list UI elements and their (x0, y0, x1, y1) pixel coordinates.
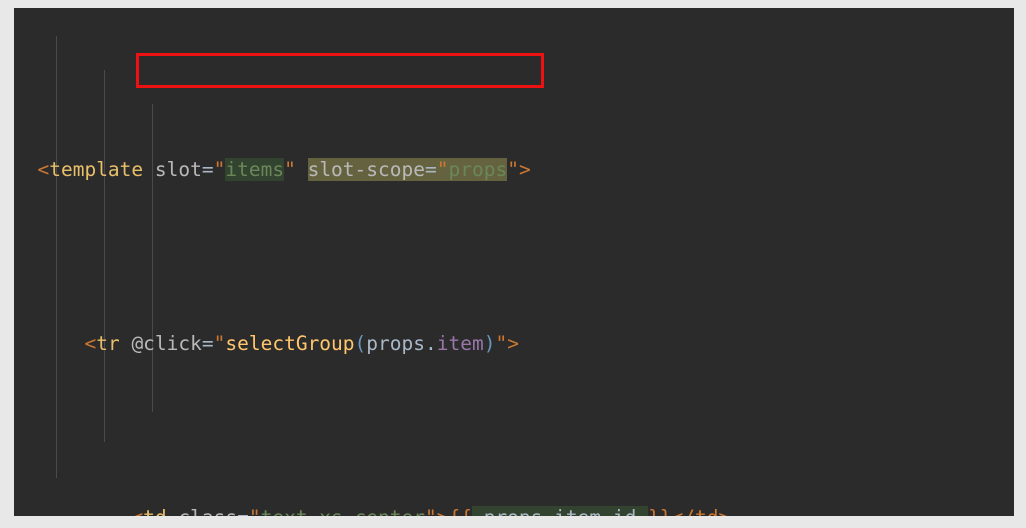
tr-open-bracket: < (84, 332, 97, 356)
quote-open-3: " (213, 332, 226, 356)
string-items: items (225, 158, 285, 182)
arg-item: item (436, 332, 484, 356)
equals-sign: = (201, 158, 214, 182)
tag-close-bracket: > (518, 158, 531, 182)
code-line-2: <tr @click="selectGroup(props.item)"> (14, 327, 1014, 362)
quote-open-2: " (436, 158, 449, 182)
td-close-bracket-1: > (437, 506, 449, 516)
quote-4b: " (425, 506, 437, 516)
expr-props-item-id: props.item.id (471, 506, 649, 516)
tag-name-td-1: td (143, 506, 166, 516)
dot-1: . (424, 332, 437, 356)
quote-open: " (213, 158, 226, 182)
mustache-close-1: }} (648, 506, 671, 516)
mustache-open-1: {{ (448, 506, 471, 516)
td-end-1: </td> (672, 506, 731, 516)
attr-slot: slot (154, 158, 202, 182)
lparen-1: ( (354, 332, 367, 356)
equals-sign-2: = (424, 158, 437, 182)
quote-close: " (284, 158, 296, 182)
attr-class-1: class (178, 506, 237, 516)
quote-close-3: " (495, 332, 508, 356)
quote-close-2: " (507, 158, 519, 182)
screenshot-root: <template slot="items" slot-scope="props… (0, 0, 1026, 528)
tag-open-bracket: < (37, 158, 50, 182)
equals-sign-3: = (201, 332, 214, 356)
fn-selectGroup: selectGroup (225, 332, 355, 356)
code-editor-pane[interactable]: <template slot="items" slot-scope="props… (14, 8, 1014, 516)
tr-close-bracket: > (507, 332, 519, 356)
string-text-xs-center-1: text-xs-center (261, 506, 425, 516)
tag-name-tr: tr (96, 332, 120, 356)
code-line-3: <td class="text-xs-center">{{ props.item… (14, 501, 1014, 516)
code-line-1: <template slot="items" slot-scope="props… (14, 153, 1014, 188)
code-content[interactable]: <template slot="items" slot-scope="props… (14, 8, 1014, 516)
string-props: props (448, 158, 508, 182)
rparen-1: ) (483, 332, 496, 356)
arg-props: props (366, 332, 425, 356)
attr-slot-scope: slot-scope (307, 158, 425, 182)
attr-click: @click (131, 332, 202, 356)
quote-4: " (249, 506, 261, 516)
td-open-bracket-1: < (131, 506, 143, 516)
equals-4: = (237, 506, 249, 516)
tag-name-template: template (49, 158, 144, 182)
